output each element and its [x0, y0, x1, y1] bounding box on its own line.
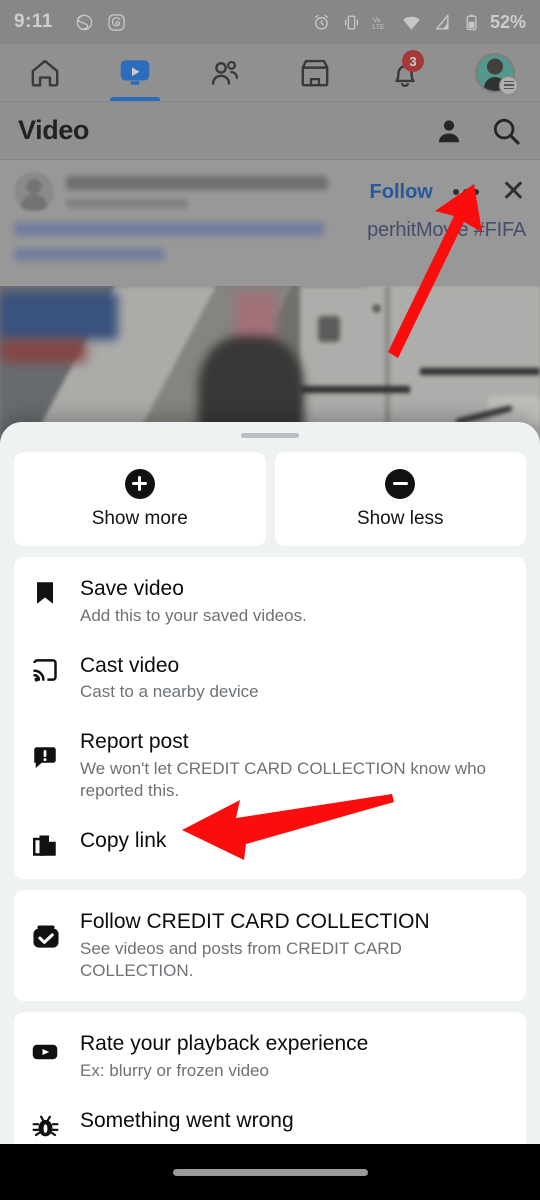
tab-friends[interactable]: [180, 44, 270, 101]
home-icon: [31, 59, 59, 87]
copy-link-row[interactable]: Copy link: [14, 815, 526, 873]
tab-video[interactable]: [90, 44, 180, 101]
system-nav-bar: [0, 1144, 540, 1200]
report-post-title: Report post: [80, 730, 189, 754]
home-indicator[interactable]: [172, 1168, 368, 1176]
follow-page-row[interactable]: Follow CREDIT CARD COLLECTION See videos…: [14, 896, 526, 995]
something-wrong-title: Something went wrong: [80, 1108, 294, 1132]
follow-group-card: Follow CREDIT CARD COLLECTION See videos…: [14, 890, 526, 1001]
video-icon: [120, 59, 150, 85]
something-wrong-row[interactable]: Something went wrong: [14, 1095, 526, 1144]
marketplace-icon: [301, 59, 329, 86]
plus-circle-icon: [124, 468, 155, 499]
post-caption: perhitMovie #FIFA: [0, 219, 540, 266]
report-post-row[interactable]: Report post We won't let CREDIT CARD COL…: [14, 716, 526, 815]
rate-playback-subtitle: Ex: blurry or frozen video: [80, 1060, 269, 1080]
show-less-button[interactable]: Show less: [274, 452, 526, 546]
bug-icon: [32, 1115, 59, 1137]
primary-actions-card: Save video Add this to your saved videos…: [14, 557, 526, 880]
page-title: Video: [18, 115, 90, 145]
save-video-row[interactable]: Save video Add this to your saved videos…: [14, 563, 526, 640]
feedback-group-card: Rate your playback experience Ex: blurry…: [14, 1012, 526, 1144]
tab-notifications[interactable]: 3: [360, 44, 450, 101]
minus-circle-icon: [385, 468, 416, 499]
battery-icon: [466, 14, 477, 30]
show-more-button[interactable]: Show more: [14, 452, 266, 546]
battery-percent-label: 52%: [489, 11, 526, 32]
svg-text:LTE: LTE: [373, 24, 385, 31]
save-video-subtitle: Add this to your saved videos.: [80, 605, 307, 625]
menu-badge-icon: [499, 75, 518, 95]
status-bar-clock: 9:11: [14, 11, 53, 32]
tab-marketplace[interactable]: [270, 44, 360, 101]
app-spiral-icon: [108, 13, 125, 31]
app-glyph-icon: [76, 14, 93, 30]
post-follow-link[interactable]: Follow: [370, 181, 433, 204]
alarm-icon: [314, 14, 328, 30]
search-icon[interactable]: [490, 115, 522, 147]
phone-screen: 9:11 Vo LTE 52% 3 Video Follow ✕ perhitM…: [0, 0, 540, 1200]
tab-home[interactable]: [0, 44, 90, 101]
follow-page-subtitle: See videos and posts from CREDIT CARD CO…: [80, 938, 402, 980]
cast-video-subtitle: Cast to a nearby device: [80, 682, 259, 702]
post-caption-blurred-line-1: [14, 222, 324, 236]
top-tab-bar: 3: [0, 44, 540, 102]
post-author-avatar[interactable]: [14, 172, 54, 212]
svg-text:Vo: Vo: [373, 16, 381, 23]
person-icon[interactable]: [434, 116, 464, 146]
status-bar: 9:11 Vo LTE 52%: [0, 0, 540, 44]
post-author-meta: [66, 176, 370, 208]
rate-playback-row[interactable]: Rate your playback experience Ex: blurry…: [14, 1018, 526, 1095]
post-author-name-blurred: [66, 176, 328, 190]
report-post-subtitle: We won't let CREDIT CARD COLLECTION know…: [80, 759, 487, 801]
show-more-label: Show more: [91, 507, 188, 529]
cast-icon: [33, 658, 57, 682]
notification-badge: 3: [402, 50, 424, 72]
copy-link-icon: [33, 835, 56, 856]
post-header: Follow ✕ perhitMovie #FIFA: [0, 160, 540, 286]
video-header: Video: [0, 102, 540, 160]
save-video-title: Save video: [80, 577, 184, 600]
vibrate-icon: [344, 14, 359, 30]
close-icon[interactable]: ✕: [501, 177, 526, 207]
active-tab-indicator: [109, 97, 161, 101]
bookmark-icon: [37, 582, 53, 604]
play-icon: [32, 1044, 58, 1060]
show-less-label: Show less: [356, 507, 444, 529]
cast-video-title: Cast video: [80, 653, 180, 677]
copy-link-title: Copy link: [80, 829, 167, 853]
cast-video-row[interactable]: Cast video Cast to a nearby device: [14, 640, 526, 717]
sheet-drag-handle[interactable]: [241, 433, 299, 438]
report-icon: [34, 747, 56, 769]
post-timestamp-blurred: [66, 199, 188, 208]
quick-actions-row: Show more Show less: [14, 452, 526, 546]
post-more-options-button[interactable]: [452, 189, 479, 195]
volte-icon: Vo LTE: [373, 16, 385, 31]
friends-icon: [211, 60, 239, 85]
follow-page-title: Follow CREDIT CARD COLLECTION: [80, 910, 430, 934]
post-caption-visible-tail: perhitMovie #FIFA: [367, 219, 526, 241]
wifi-icon: [403, 16, 420, 30]
options-bottom-sheet: Show more Show less Save video Add this …: [0, 422, 540, 1144]
tab-menu[interactable]: [450, 44, 540, 101]
rate-playback-title: Rate your playback experience: [80, 1032, 369, 1055]
post-caption-blurred-line-2: [14, 248, 164, 261]
signal-icon: [436, 14, 449, 30]
follow-check-icon: [33, 925, 59, 948]
